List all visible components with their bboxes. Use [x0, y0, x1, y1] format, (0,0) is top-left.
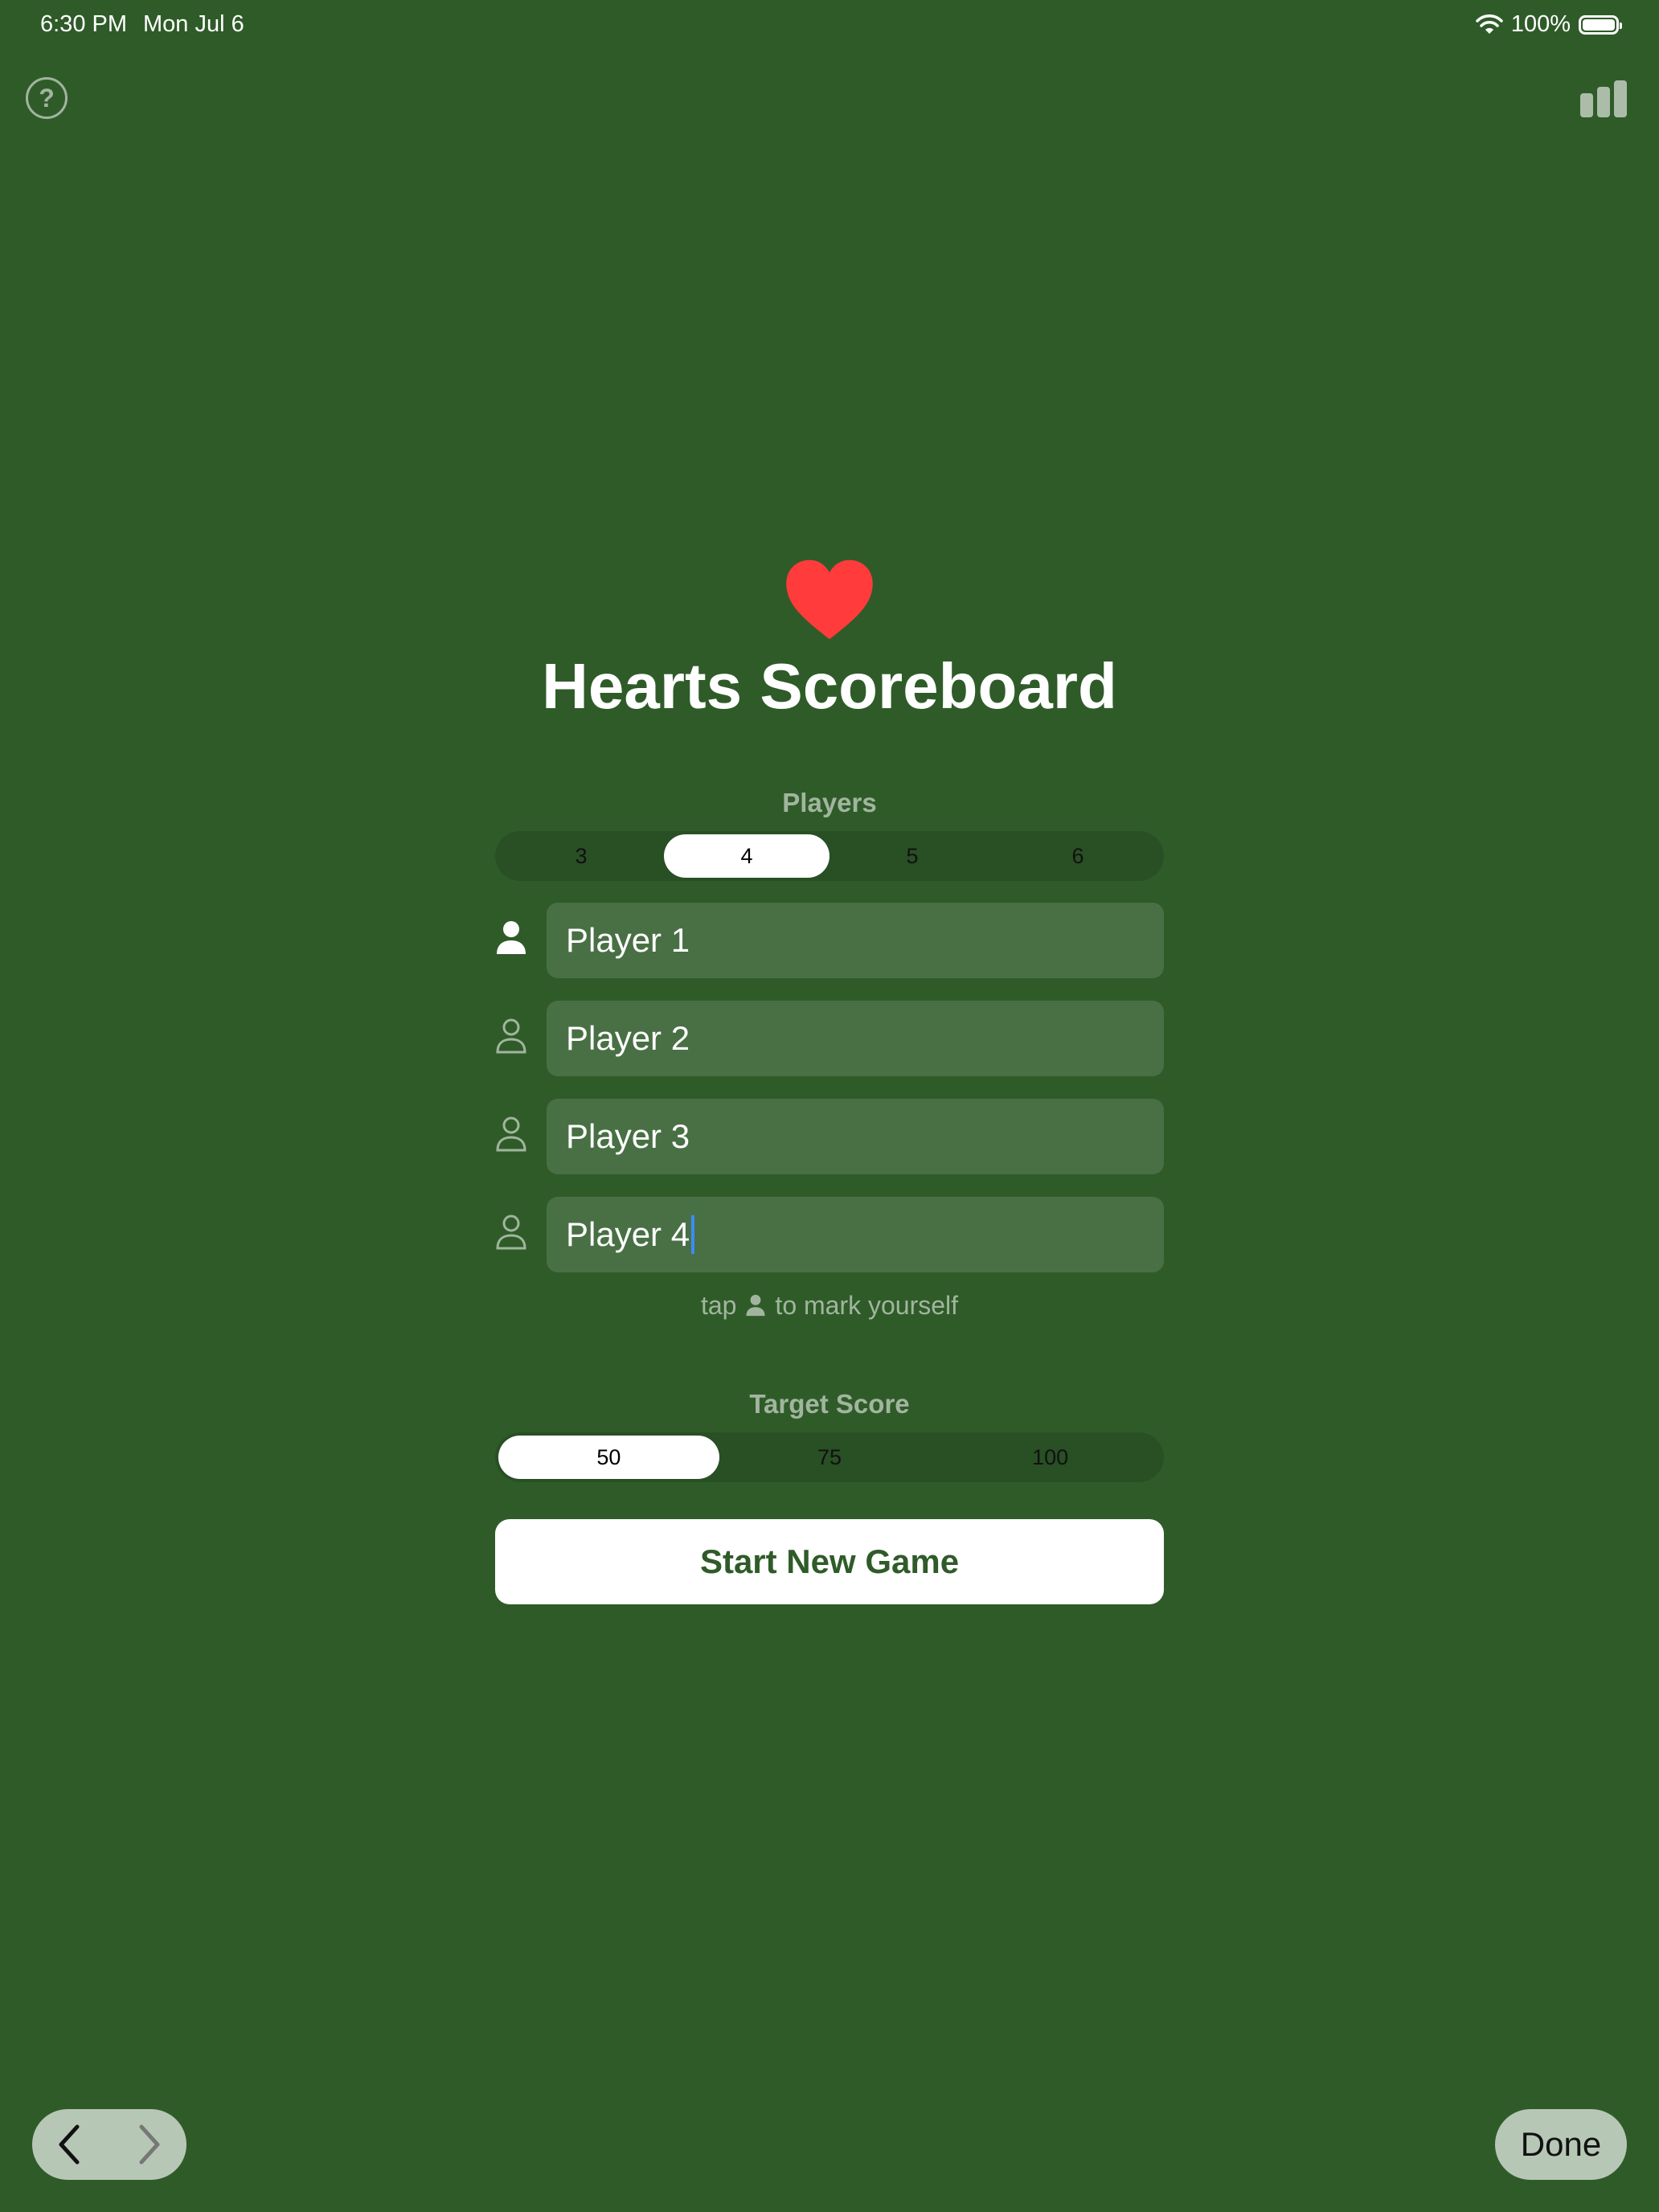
players-label: Players — [782, 788, 877, 817]
player-name-value: Player 4 — [566, 1215, 690, 1253]
page-title: Hearts Scoreboard — [542, 650, 1117, 722]
person-filled-icon — [746, 1294, 765, 1316]
wifi-icon — [1476, 14, 1503, 34]
player-count-option[interactable]: 3 — [498, 834, 664, 878]
player-name-value: Player 3 — [566, 1117, 690, 1155]
stats-button[interactable] — [1579, 80, 1630, 119]
player-name-field[interactable]: Player 3 — [547, 1099, 1164, 1174]
status-bar: 6:30 PM Mon Jul 6 100% — [0, 0, 1659, 51]
player-count-selector[interactable]: 3 4 5 6 — [495, 831, 1164, 881]
player-count-option[interactable]: 6 — [995, 834, 1161, 878]
player-count-option[interactable]: 5 — [830, 834, 995, 878]
player-row: Player 3 — [495, 1099, 1164, 1174]
heart-icon — [786, 559, 873, 640]
player-name-value: Player 2 — [566, 1019, 690, 1057]
help-button[interactable]: ? — [26, 77, 68, 119]
history-navigation — [32, 2109, 186, 2180]
hint-text-after: to mark yourself — [775, 1291, 959, 1320]
player-name-value: Player 1 — [566, 921, 690, 959]
target-score-option-selected[interactable]: 50 — [498, 1436, 719, 1479]
person-outline-icon[interactable] — [495, 1115, 527, 1155]
person-outline-icon[interactable] — [495, 1017, 527, 1057]
question-circle-icon: ? — [39, 83, 55, 113]
chevron-right-icon[interactable] — [132, 2122, 164, 2167]
start-new-game-button[interactable]: Start New Game — [495, 1519, 1164, 1604]
player-name-field-focused[interactable]: Player 4 — [547, 1197, 1164, 1272]
battery-fill — [1583, 18, 1615, 31]
chevron-left-icon[interactable] — [55, 2122, 87, 2167]
done-button[interactable]: Done — [1495, 2109, 1627, 2180]
person-filled-icon[interactable] — [495, 919, 527, 959]
target-score-option[interactable]: 100 — [940, 1436, 1161, 1479]
hint-text-before: tap — [700, 1291, 737, 1320]
battery-icon — [1579, 14, 1622, 35]
player-row: Player 1 — [495, 903, 1164, 978]
player-name-field[interactable]: Player 2 — [547, 1001, 1164, 1076]
target-score-selector[interactable]: 50 75 100 — [495, 1432, 1164, 1482]
status-time: 6:30 PM — [40, 11, 127, 37]
text-cursor — [691, 1215, 695, 1254]
player-row: Player 4 — [495, 1197, 1164, 1272]
battery-percent: 100% — [1510, 11, 1571, 37]
person-outline-icon[interactable] — [495, 1213, 527, 1253]
player-count-option-selected[interactable]: 4 — [664, 834, 830, 878]
target-score-label: Target Score — [749, 1389, 910, 1419]
player-name-field[interactable]: Player 1 — [547, 903, 1164, 978]
target-score-option[interactable]: 75 — [719, 1436, 940, 1479]
mark-yourself-hint: tap to mark yourself — [0, 1291, 1659, 1321]
status-date: Mon Jul 6 — [143, 11, 244, 37]
status-indicators: 100% — [1476, 11, 1622, 38]
bar-chart-icon — [1580, 80, 1627, 117]
player-row: Player 2 — [495, 1001, 1164, 1076]
